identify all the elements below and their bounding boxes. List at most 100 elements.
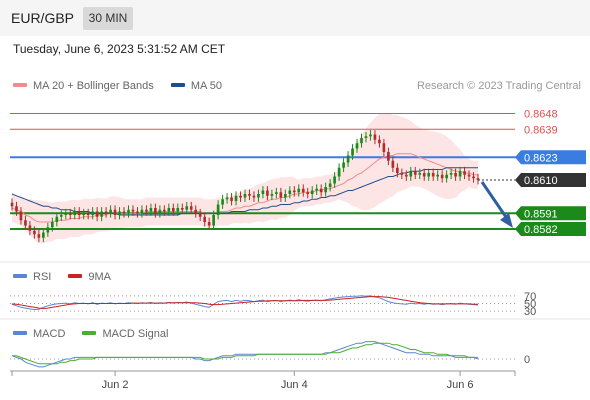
rsi-ma-line [11, 296, 478, 310]
candle-body [230, 197, 233, 201]
candle-body [28, 225, 32, 231]
candle-body [212, 215, 215, 226]
candle-body [118, 211, 121, 215]
candle-body [37, 234, 41, 238]
candle-body [436, 174, 440, 177]
candle-body [185, 206, 189, 210]
candle-body [391, 160, 395, 168]
candle-body [252, 195, 256, 198]
x-tick-label: Jun 4 [281, 379, 308, 391]
candle-body [127, 209, 130, 214]
candle-body [239, 195, 242, 198]
bollinger-bands [12, 112, 478, 244]
level-label: 0.8582 [524, 224, 558, 236]
candle-body [409, 171, 413, 177]
candle-body [378, 139, 381, 144]
candle-body [292, 190, 296, 193]
candle-body [351, 148, 354, 156]
x-tick-label: Jun 6 [447, 379, 474, 391]
candle-body [257, 194, 260, 198]
candle-body [163, 209, 166, 212]
candle-body [19, 211, 23, 221]
candle-body [427, 173, 431, 177]
level-label: 0.8648 [524, 109, 558, 121]
candle-body [189, 206, 193, 210]
candle-body [382, 143, 386, 152]
level-label: 0.8591 [524, 208, 558, 220]
macd-signal-line [12, 342, 478, 365]
candle-body [279, 192, 283, 198]
candle-body [221, 199, 224, 205]
candle-body [297, 188, 301, 193]
candle-body [68, 213, 72, 215]
forecast-arrow-shaft [480, 181, 510, 221]
candle-body [400, 173, 404, 175]
candle-body [234, 195, 238, 201]
candle-body [355, 143, 359, 149]
candle-body [369, 134, 372, 137]
candle-body [243, 194, 247, 198]
candle-body [42, 232, 45, 238]
candle-body [422, 173, 426, 177]
candle-body [472, 176, 475, 179]
candle-body [46, 227, 50, 233]
candle-body [171, 208, 175, 212]
candle-body [207, 222, 211, 226]
macd-level-label: 0 [524, 354, 530, 366]
rsi-level-label: 30 [524, 306, 536, 318]
candle-body [73, 211, 77, 215]
candle-body [104, 211, 108, 214]
candle-body [248, 194, 251, 196]
candle-body [24, 220, 27, 226]
candle-body [463, 171, 466, 175]
candle-body [167, 208, 171, 212]
level-label: 0.8623 [524, 152, 558, 164]
candle-body [476, 178, 480, 180]
last-price-label: 0.8610 [524, 175, 558, 187]
candle-body [288, 190, 292, 194]
candle-body [140, 209, 144, 214]
candle-body [387, 152, 390, 161]
chart-canvas: 0.86480.86390.86230.85910.85820.86107050… [0, 109, 590, 391]
candle-body [77, 211, 81, 215]
candle-body [203, 216, 207, 222]
candle-body [109, 209, 112, 214]
candle-body [216, 204, 220, 215]
candle-body [86, 213, 90, 215]
candle-body [198, 213, 202, 217]
candle-body [176, 208, 180, 212]
candle-body [449, 173, 453, 175]
candle-body [113, 209, 117, 215]
candle-body [431, 173, 435, 177]
candle-body [360, 138, 363, 144]
candle-body [15, 206, 18, 212]
candle-body [33, 230, 36, 235]
candle-body [158, 209, 162, 214]
candle-body [154, 208, 157, 214]
candle-body [301, 188, 305, 193]
candle-body [149, 208, 153, 212]
candle-body [310, 190, 314, 194]
candle-body [396, 167, 399, 173]
candle-body [445, 174, 448, 179]
candle-body [270, 194, 274, 196]
candle-body [10, 202, 14, 207]
macd-line [11, 341, 479, 368]
candle-body [404, 174, 408, 177]
candle-body [82, 213, 86, 215]
candle-body [91, 211, 94, 215]
candle-body [225, 197, 229, 200]
candle-body [95, 211, 99, 217]
candle-body [440, 174, 444, 179]
candle-body [373, 134, 377, 140]
candle-body [59, 215, 63, 217]
candle-body [324, 187, 327, 193]
candle-body [328, 183, 332, 187]
candle-body [333, 176, 336, 184]
candle-body [418, 173, 422, 175]
candle-body [275, 192, 278, 194]
candle-body [145, 209, 148, 212]
candle-body [283, 194, 287, 198]
forecast-arrow-head [500, 213, 513, 228]
candle-body [180, 208, 184, 210]
